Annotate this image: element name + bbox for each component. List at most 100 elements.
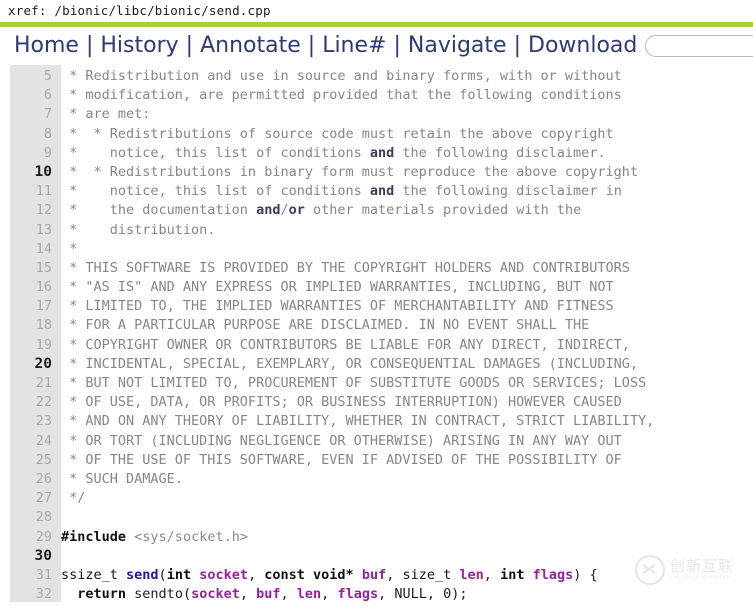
line-number[interactable]: 12 [0, 201, 61, 220]
code-token: * Redistribution and use in source and b… [61, 68, 622, 84]
line-number[interactable]: 31 [0, 566, 61, 585]
code-line: 25 * OF THE USE OF THIS SOFTWARE, EVEN I… [0, 451, 753, 470]
code-line-text: * Redistribution and use in source and b… [61, 67, 753, 86]
code-token[interactable]: socket [191, 586, 240, 602]
code-line-text: * SUCH DAMAGE. [61, 470, 753, 489]
code-line-text: * [61, 240, 753, 259]
code-token: * INCIDENTAL, SPECIAL, EXEMPLARY, OR CON… [61, 355, 639, 372]
xref-bar: xref: /bionic/libc/bionic/send.cpp [0, 0, 753, 22]
code-token: and [369, 183, 395, 200]
nav-separator: | [85, 33, 94, 58]
code-token: * notice, this list of conditions [61, 183, 370, 200]
code-token: #include [61, 528, 127, 545]
code-line: 6 * modification, are permitted provided… [0, 86, 753, 105]
nav-linenumber[interactable]: Line# [322, 35, 386, 57]
code-token: * AND ON ANY THEORY OF LIABILITY, WHETHE… [61, 413, 655, 430]
code-line: 16 * "AS IS" AND ANY EXPRESS OR IMPLIED … [0, 278, 753, 297]
code-token: other materials provided with the [304, 202, 582, 219]
line-number[interactable]: 15 [0, 259, 61, 278]
code-line-text: * FOR A PARTICULAR PURPOSE ARE DISCLAIME… [61, 316, 753, 335]
line-number[interactable]: 22 [0, 393, 61, 412]
code-line: 19 * COPYRIGHT OWNER OR CONTRIBUTORS BE … [0, 336, 753, 355]
code-token: * FOR A PARTICULAR PURPOSE ARE DISCLAIME… [61, 317, 590, 334]
code-token[interactable]: send [126, 567, 159, 583]
code-line: 10 * * Redistributions in binary form mu… [0, 163, 753, 182]
code-token: , [239, 586, 257, 602]
code-token: ) { [573, 566, 598, 583]
code-line: 22 * OF USE, DATA, OR PROFITS; OR BUSINE… [0, 393, 753, 412]
code-token: int [166, 566, 192, 583]
code-token[interactable]: flags [533, 567, 574, 583]
nav-download[interactable]: Download [528, 35, 637, 57]
code-line: 31 ssize_t send(int socket, const void* b… [0, 566, 753, 585]
line-number[interactable]: 18 [0, 316, 61, 335]
line-number[interactable]: 13 [0, 221, 61, 240]
line-number[interactable]: 9 [0, 144, 61, 163]
nav-history[interactable]: History [100, 35, 178, 57]
line-number[interactable]: 17 [0, 297, 61, 316]
line-number[interactable]: 14 [0, 240, 61, 259]
code-line-text: ssize_t send(int socket, const void* buf… [61, 566, 753, 585]
code-line-text: * OR TORT (INCLUDING NEGLIGENCE OR OTHER… [61, 432, 753, 451]
line-number[interactable]: 8 [0, 125, 61, 144]
search-input[interactable] [645, 35, 753, 57]
nav-separator: | [307, 33, 316, 58]
code-token: * OR TORT (INCLUDING NEGLIGENCE OR OTHER… [61, 432, 622, 449]
line-number[interactable]: 7 [0, 105, 61, 124]
code-token: * are met: [61, 106, 151, 123]
line-number[interactable]: 19 [0, 336, 61, 355]
code-token: and [256, 202, 281, 219]
code-token: * modification, are permitted provided t… [61, 87, 622, 104]
code-line-text: * modification, are permitted provided t… [61, 86, 753, 105]
code-token[interactable]: len [297, 586, 321, 602]
line-number[interactable]: 25 [0, 451, 61, 470]
line-number[interactable]: 21 [0, 374, 61, 393]
line-number[interactable]: 28 [0, 508, 61, 527]
code-token: * BUT NOT LIMITED TO, PROCUREMENT OF SUB… [61, 375, 647, 391]
code-token[interactable]: len [459, 567, 483, 583]
xref-file-path: /bionic/libc/bionic/send.cpp [54, 3, 271, 18]
nav-home[interactable]: Home [14, 35, 79, 57]
code-token: the following disclaimer in [394, 183, 622, 200]
line-number[interactable]: 24 [0, 432, 61, 451]
code-token: int [500, 566, 525, 583]
nav-navigate[interactable]: Navigate [408, 35, 507, 57]
code-token: size_t [402, 566, 452, 583]
line-number[interactable]: 16 [0, 278, 61, 297]
code-token: * the documentation [61, 202, 257, 219]
code-line: 21 * BUT NOT LIMITED TO, PROCUREMENT OF … [0, 374, 753, 393]
nav-separator: | [185, 33, 194, 58]
line-number[interactable]: 30 [0, 547, 61, 566]
code-token: const [264, 566, 305, 583]
code-token[interactable]: flags [337, 586, 378, 602]
line-number[interactable]: 20 [0, 355, 61, 374]
code-token: / [280, 202, 289, 219]
line-number[interactable]: 26 [0, 470, 61, 489]
line-number[interactable]: 11 [0, 182, 61, 201]
code-line: 20 * INCIDENTAL, SPECIAL, EXEMPLARY, OR … [0, 355, 753, 374]
code-token[interactable]: buf [256, 586, 280, 602]
code-token: void* [313, 566, 354, 583]
line-number[interactable]: 5 [0, 67, 61, 86]
code-line-text: * BUT NOT LIMITED TO, PROCUREMENT OF SUB… [61, 374, 753, 393]
line-number[interactable]: 32 [0, 585, 61, 602]
code-token: * "AS IS" AND ANY EXPRESS OR IMPLIED WAR… [61, 279, 614, 296]
line-number[interactable]: 6 [0, 86, 61, 105]
code-line: 32 return sendto(socket, buf, len, flags… [0, 585, 753, 602]
code-token[interactable]: buf [362, 567, 386, 583]
code-line: 12 * the documentation and/or other mate… [0, 201, 753, 220]
code-token: , [483, 566, 501, 583]
line-number[interactable]: 23 [0, 412, 61, 431]
code-line-text: * LIMITED TO, THE IMPLIED WARRANTIES OF … [61, 297, 753, 316]
code-token: * OF THE USE OF THIS SOFTWARE, EVEN IF A… [61, 451, 622, 468]
code-token: */ [61, 490, 86, 507]
code-line: 28 [0, 508, 753, 527]
nav-annotate[interactable]: Annotate [200, 35, 301, 57]
line-number[interactable]: 29 [0, 528, 61, 547]
line-number[interactable]: 27 [0, 489, 61, 508]
code-token[interactable]: socket [199, 567, 248, 583]
code-line: 7 * are met: [0, 105, 753, 124]
line-number[interactable]: 10 [0, 163, 61, 182]
code-token: , [321, 586, 338, 602]
